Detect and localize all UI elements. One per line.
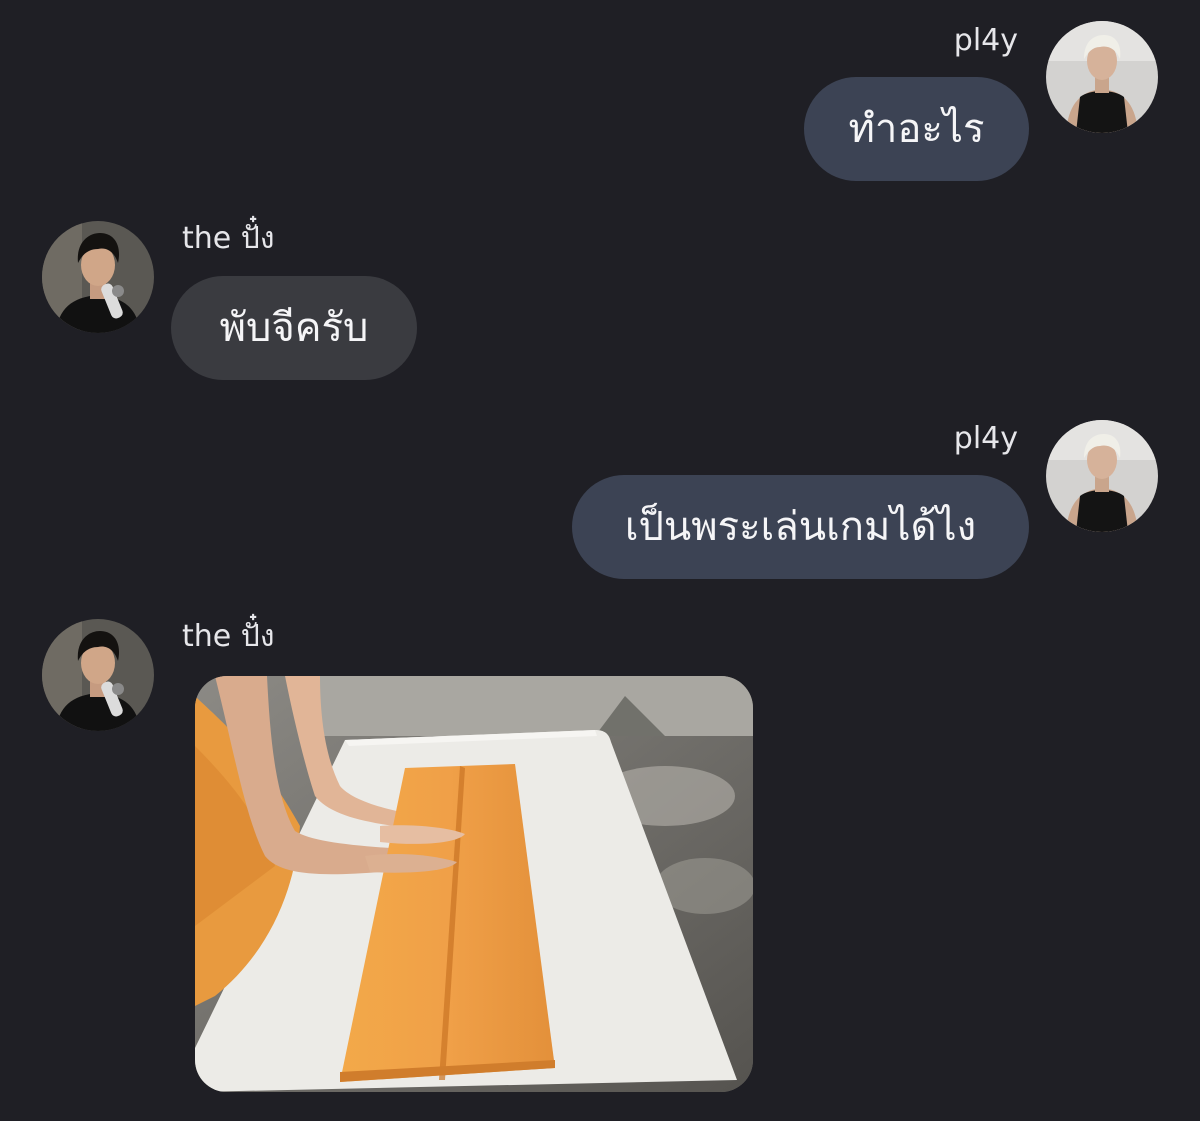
message-bubble[interactable]: เป็นพระเล่นเกมได้ไง — [572, 475, 1029, 579]
profile-photo — [42, 221, 154, 333]
message-image[interactable] — [195, 676, 753, 1092]
sender-name: the ปั๋ง — [182, 619, 275, 654]
avatar-pl4y[interactable] — [1046, 420, 1158, 532]
avatar-the-pang[interactable] — [42, 619, 154, 731]
avatar-the-pang[interactable] — [42, 221, 154, 333]
profile-photo — [1046, 420, 1158, 532]
avatar-pl4y[interactable] — [1046, 21, 1158, 133]
message-bubble[interactable]: พับจีครับ — [171, 276, 417, 380]
profile-photo — [42, 619, 154, 731]
chat-thread: pl4y ทำอะไร the ปั๋ง พับจีครับ pl4y เป็น… — [0, 0, 1200, 1121]
sender-name: the ปั๋ง — [182, 221, 275, 256]
message-bubble[interactable]: ทำอะไร — [804, 77, 1029, 181]
sender-name: pl4y — [953, 23, 1018, 58]
profile-photo — [1046, 21, 1158, 133]
robe-folding-photo — [195, 676, 753, 1092]
sender-name: pl4y — [953, 421, 1018, 456]
